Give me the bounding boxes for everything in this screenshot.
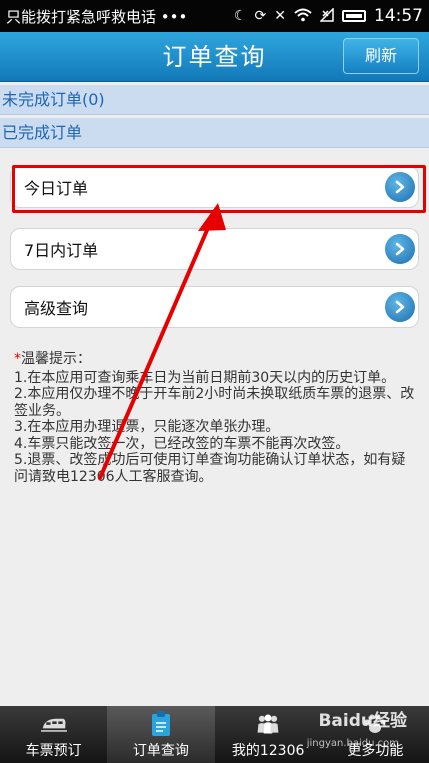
tab-label: 订单查询: [132, 743, 189, 759]
no-signal-icon: [319, 6, 334, 25]
tab-label: 我的12306: [231, 743, 305, 759]
tab-my-12306[interactable]: 我的12306: [215, 706, 322, 763]
moon-icon: ☾: [233, 8, 247, 24]
tips-heading: *温馨提示：: [14, 351, 419, 368]
title-bar: 订单查询 刷新: [0, 32, 429, 82]
battery-icon: [342, 10, 366, 22]
status-icons: ☾ ⟳ ✕: [233, 6, 366, 25]
wifi-icon: [294, 8, 312, 25]
tip-line: 3.在本应用办理退票，只能逐次单张办理。: [14, 419, 280, 435]
refresh-button[interactable]: 刷新: [343, 38, 419, 74]
list-item-label: 今日订单: [24, 179, 89, 198]
list-item-label: 高级查询: [24, 299, 89, 318]
list-item-label: 7日内订单: [24, 241, 99, 260]
completed-orders-section[interactable]: 已完成订单: [0, 118, 429, 148]
watermark-brand: Baidu经验: [318, 711, 407, 731]
tip-line: 1.在本应用可查询乘车日为当前日期前30天以内的历史订单。: [14, 369, 396, 386]
carrier-text: 只能拨打紧急呼救电话 •••: [6, 7, 188, 26]
tab-ticket-booking[interactable]: 车票预订: [0, 706, 107, 763]
clipboard-icon: [148, 711, 174, 736]
list-item-today-orders[interactable]: 今日订单: [10, 166, 419, 208]
tab-order-query[interactable]: 订单查询: [107, 706, 215, 763]
list-item-advanced-search[interactable]: 高级查询: [10, 286, 419, 328]
chevron-right-icon: [385, 172, 415, 202]
tab-label: 车票预订: [25, 743, 82, 759]
required-star: *: [14, 351, 21, 367]
mute-icon: ✕: [274, 8, 286, 24]
tips-panel: *温馨提示： 1.在本应用可查询乘车日为当前日期前30天以内的历史订单。 2.本…: [14, 351, 419, 485]
sync-icon: ⟳: [254, 8, 267, 24]
watermark-url: jingyan.baidu.com: [306, 738, 399, 749]
chevron-right-icon: [385, 234, 415, 264]
tip-line: 5.退票、改签成功后可使用订单查询功能确认订单状态，如有疑问请致电12306人工…: [14, 452, 406, 485]
status-bar: 只能拨打紧急呼救电话 ••• ☾ ⟳ ✕ 14:57: [0, 0, 429, 32]
chevron-right-icon: [385, 292, 415, 322]
tips-title: 温馨提示：: [21, 351, 91, 367]
pending-orders-section[interactable]: 未完成订单(0): [0, 85, 429, 115]
people-icon: [255, 712, 281, 736]
list-item-week-orders[interactable]: 7日内订单: [10, 228, 419, 270]
clock: 14:57: [374, 6, 423, 26]
tip-line: 4.车票只能改签一次，已经改签的车票不能再次改签。: [14, 435, 350, 452]
tip-line: 2.本应用仅办理不晚于开车前2小时尚未换取纸质车票的退票、改签业务。: [14, 386, 415, 419]
train-icon: [40, 712, 67, 736]
